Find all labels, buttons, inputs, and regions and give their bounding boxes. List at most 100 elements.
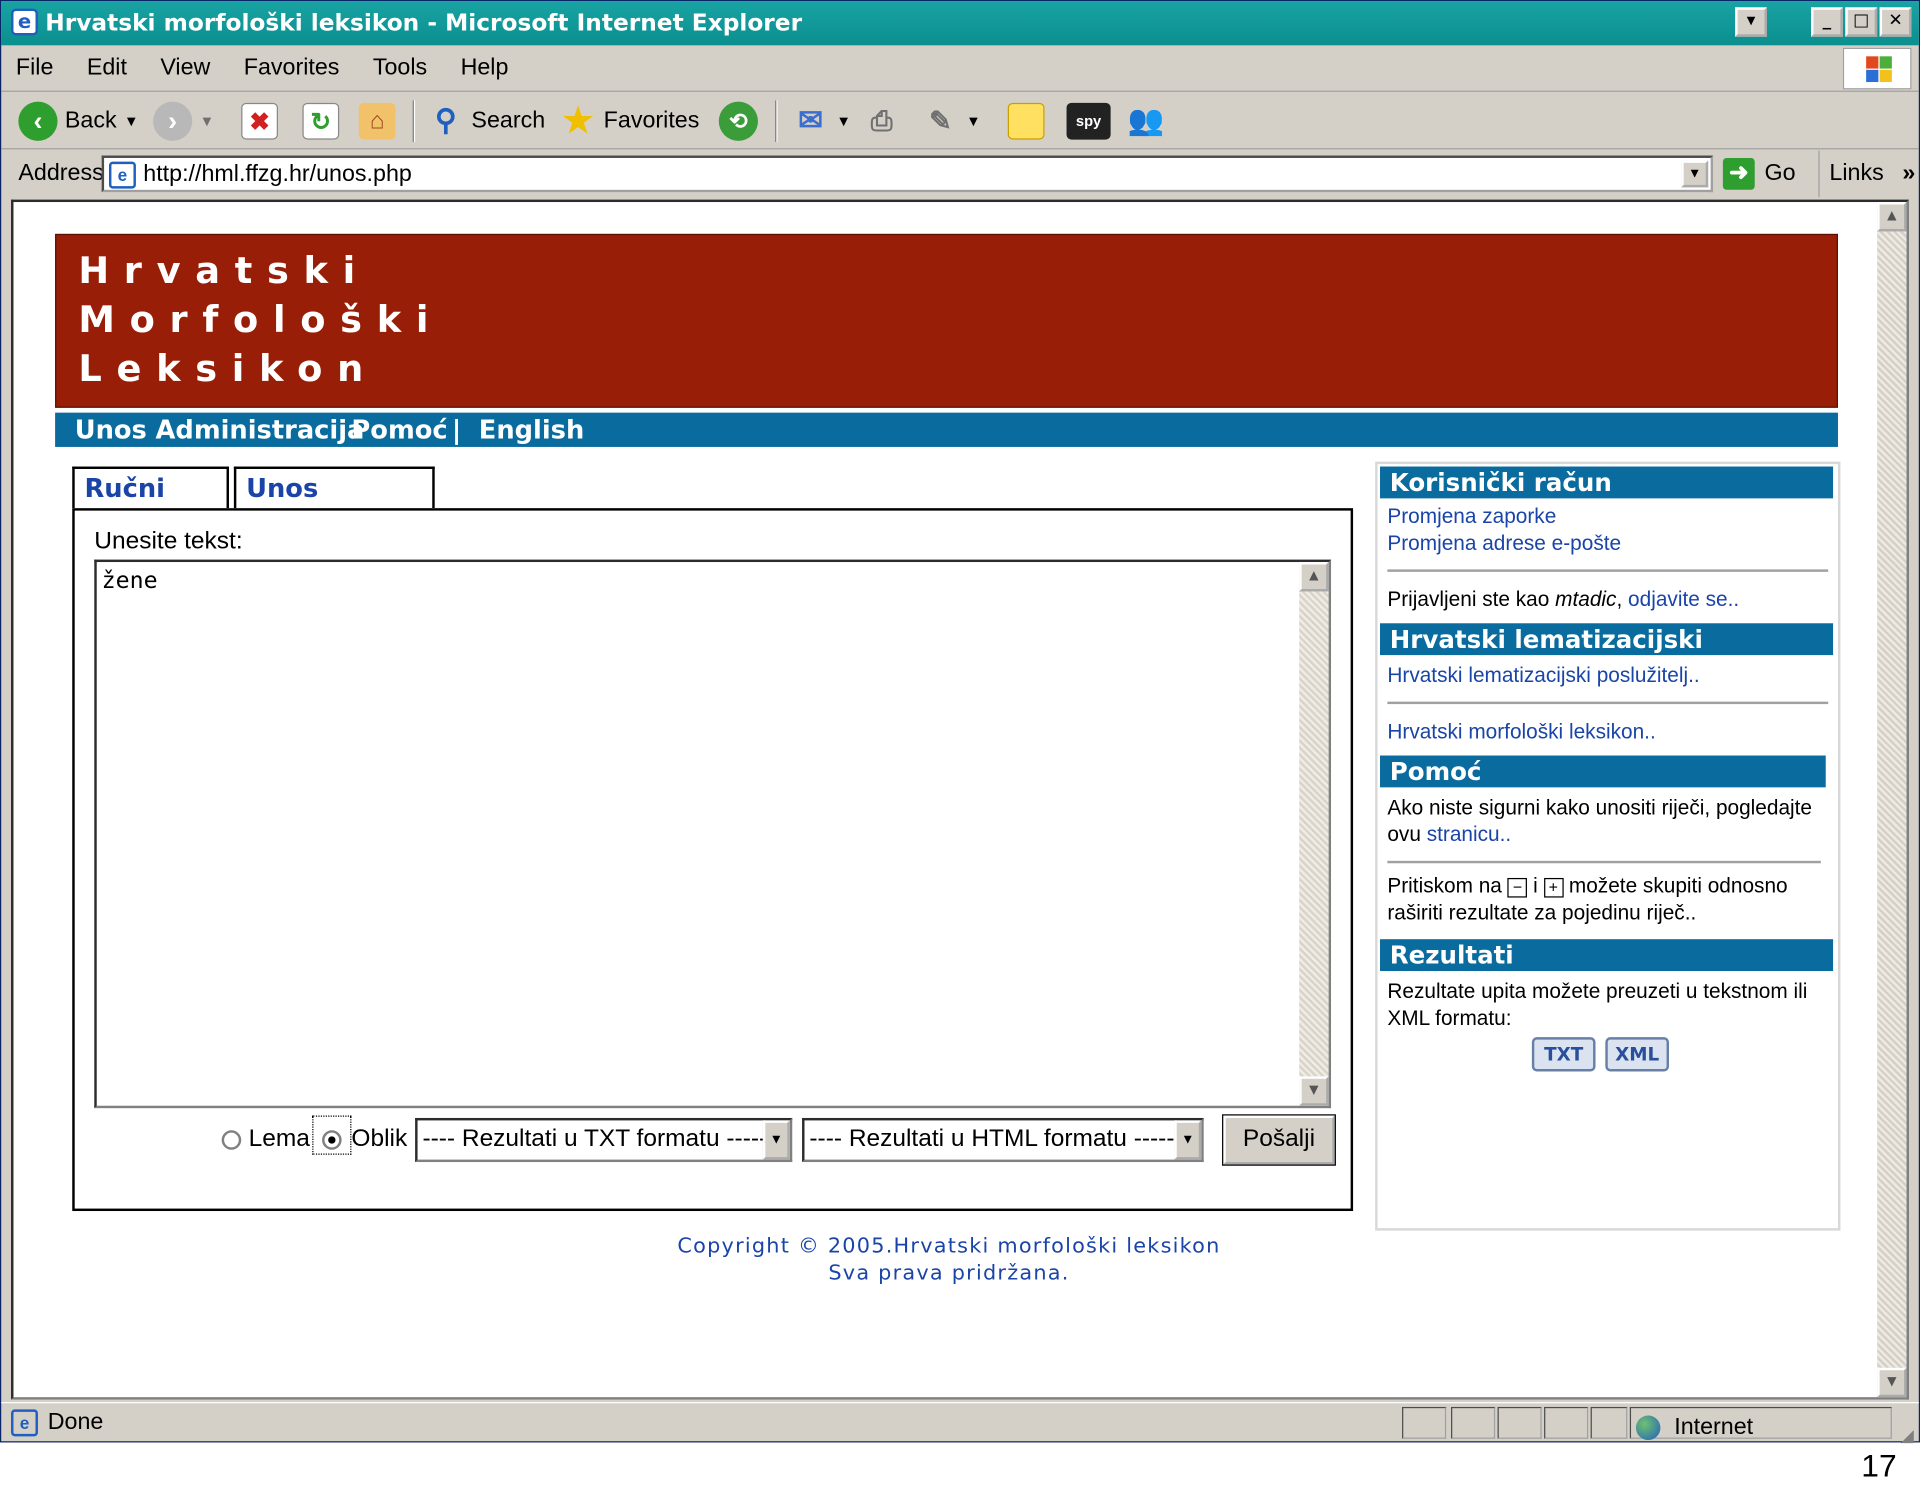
ie-icon: e xyxy=(11,8,38,36)
spy-button[interactable]: spy xyxy=(1066,99,1111,143)
rights-line: Sva prava pridržana. xyxy=(828,1261,1070,1286)
scroll-up-icon[interactable]: ▲ xyxy=(1299,562,1329,592)
edit-icon: ✎ xyxy=(929,105,952,136)
status-text: Done xyxy=(47,1409,104,1436)
address-input[interactable]: e http://hml.ffzg.hr/unos.php ▼ xyxy=(101,155,1714,193)
go-button[interactable]: ➜ Go xyxy=(1722,157,1796,190)
links-button[interactable]: Links » xyxy=(1818,150,1915,198)
nav-unos[interactable]: Unos xyxy=(75,413,147,447)
standard-toolbar: ‹ Back ▼ › ▼ ✖ ↻ ⌂ ⚲ Search ★ Favorites … xyxy=(1,93,1919,150)
change-password-link[interactable]: Promjena zaporke xyxy=(1387,503,1556,530)
back-arrow-icon: ‹ xyxy=(18,101,58,141)
note-icon xyxy=(1007,102,1045,140)
status-cell xyxy=(1402,1406,1447,1439)
text-input[interactable]: žene ▲ ▼ xyxy=(94,559,1332,1109)
collapse-icon: − xyxy=(1507,877,1528,897)
menu-edit[interactable]: Edit xyxy=(87,55,127,81)
window-title: Hrvatski morfološki leksikon - Microsoft… xyxy=(45,9,803,37)
notes-button[interactable] xyxy=(1007,99,1045,143)
radio-oblik[interactable] xyxy=(322,1130,342,1150)
stop-button[interactable]: ✖ xyxy=(241,99,278,143)
copyright-line: Copyright © 2005.Hrvatski morfološki lek… xyxy=(677,1234,1221,1259)
address-label: Address xyxy=(18,160,104,187)
maximize-button[interactable]: □ xyxy=(1845,7,1878,37)
query-controls: Lema Oblik ---- Rezultati u TXT formatu … xyxy=(94,1114,1336,1166)
footer: Copyright © 2005.Hrvatski morfološki lek… xyxy=(55,1233,1843,1287)
radio-lema[interactable] xyxy=(221,1130,242,1150)
status-cell xyxy=(1590,1406,1628,1439)
address-dropdown-icon[interactable]: ▼ xyxy=(1681,160,1709,188)
banner-line-2: Morfološki xyxy=(78,298,444,342)
menu-file[interactable]: File xyxy=(16,55,54,81)
lexicon-link[interactable]: Hrvatski morfološki leksikon.. xyxy=(1387,719,1655,746)
title-dropdown-button[interactable]: ▾ xyxy=(1735,7,1767,37)
refresh-button[interactable]: ↻ xyxy=(302,99,340,143)
input-panel: Unesite tekst: žene ▲ ▼ Lema Oblik ---- … xyxy=(72,508,1354,1212)
radio-lema-label: Lema xyxy=(248,1125,310,1153)
submit-button[interactable]: Pošalji xyxy=(1222,1114,1336,1166)
nav-administracija[interactable]: Administracija xyxy=(156,413,365,447)
mail-button[interactable]: ✉ ▼ xyxy=(792,99,851,143)
lemmatizer-link[interactable]: Hrvatski lematizacijski poslužitelj.. xyxy=(1387,662,1699,689)
stop-icon: ✖ xyxy=(241,102,278,140)
history-button[interactable]: ⟲ xyxy=(718,99,758,143)
tab-unos-datoteke[interactable]: Unos datoteke xyxy=(233,466,435,542)
chevron-down-icon[interactable]: ▼ xyxy=(1174,1120,1202,1160)
chevron-down-icon[interactable]: ▼ xyxy=(762,1120,790,1160)
page-scrollbar[interactable]: ▲ ▼ xyxy=(1877,202,1907,1398)
zone-text: Internet xyxy=(1674,1414,1754,1441)
search-icon: ⚲ xyxy=(434,104,457,138)
page-viewport: Hrvatski Morfološki Leksikon Unos Admini… xyxy=(11,199,1909,1400)
select-txt-format[interactable]: ---- Rezultati u TXT formatu ----- ▼ xyxy=(415,1117,793,1163)
page-icon: e xyxy=(108,161,136,189)
sidebar-heading-lemmatizer: Hrvatski lematizacijski poslužitelj xyxy=(1380,623,1834,686)
toolbar-separator xyxy=(775,100,778,143)
nav-pomoc[interactable]: Pomoć xyxy=(351,413,447,447)
back-button[interactable]: ‹ Back ▼ xyxy=(18,99,139,143)
slide-page-number: 17 xyxy=(1861,1447,1897,1485)
scroll-down-icon[interactable]: ▼ xyxy=(1877,1367,1907,1398)
nav-english[interactable]: English xyxy=(479,413,585,447)
change-email-link[interactable]: Promjena adrese e-pošte xyxy=(1387,530,1621,557)
results-text-2: XML formatu: xyxy=(1387,1006,1512,1030)
resize-grip-icon[interactable]: ◢ xyxy=(1901,1416,1914,1455)
txt-download-button[interactable]: TXT xyxy=(1531,1037,1596,1072)
textarea-scrollbar[interactable]: ▲ ▼ xyxy=(1299,562,1329,1106)
status-cell xyxy=(1497,1406,1542,1439)
nav-separator: | xyxy=(451,415,462,445)
address-bar: Address e http://hml.ffzg.hr/unos.php ▼ … xyxy=(1,150,1919,198)
minimize-button[interactable]: _ xyxy=(1811,7,1843,37)
select-html-format[interactable]: ---- Rezultati u HTML formatu ----- ▼ xyxy=(802,1117,1204,1163)
scroll-down-icon[interactable]: ▼ xyxy=(1299,1076,1329,1106)
forward-button[interactable]: › ▼ xyxy=(153,99,214,143)
messenger-button[interactable]: 👥 xyxy=(1128,99,1165,143)
sidebar-heading-help: Pomoć xyxy=(1380,755,1826,788)
chevron-down-icon: ▼ xyxy=(123,112,139,130)
scroll-up-icon[interactable]: ▲ xyxy=(1877,202,1907,232)
print-button[interactable]: ⎙ xyxy=(863,99,900,143)
search-button[interactable]: ⚲ Search xyxy=(427,99,545,143)
xml-download-button[interactable]: XML xyxy=(1605,1037,1669,1072)
input-label: Unesite tekst: xyxy=(94,527,243,555)
favorites-button[interactable]: ★ Favorites xyxy=(560,99,700,143)
divider xyxy=(1387,701,1829,705)
menu-view[interactable]: View xyxy=(160,55,210,81)
banner-line-1: Hrvatski xyxy=(78,249,370,293)
close-button[interactable]: ✕ xyxy=(1879,7,1912,37)
status-bar: e Done Internet ◢ xyxy=(1,1402,1919,1445)
status-cell xyxy=(1451,1406,1496,1439)
menu-help[interactable]: Help xyxy=(461,55,509,81)
edit-button[interactable]: ✎ ▼ xyxy=(922,99,981,143)
help-page-link[interactable]: stranicu.. xyxy=(1427,823,1511,846)
home-button[interactable]: ⌂ xyxy=(358,99,396,143)
menu-tools[interactable]: Tools xyxy=(373,55,427,81)
username: mtadic xyxy=(1555,587,1617,612)
radio-oblik-label: Oblik xyxy=(351,1125,408,1153)
site-nav: Unos Administracija Pomoć | English xyxy=(55,412,1838,447)
page-icon: e xyxy=(11,1409,38,1437)
sidebar-heading-account: Korisnički račun xyxy=(1380,466,1834,499)
logout-link[interactable]: odjavite se.. xyxy=(1628,588,1739,611)
tab-rucni-unos[interactable]: Ručni unos xyxy=(72,466,229,542)
menu-favorites[interactable]: Favorites xyxy=(244,55,340,81)
address-url[interactable]: http://hml.ffzg.hr/unos.php xyxy=(143,162,412,189)
